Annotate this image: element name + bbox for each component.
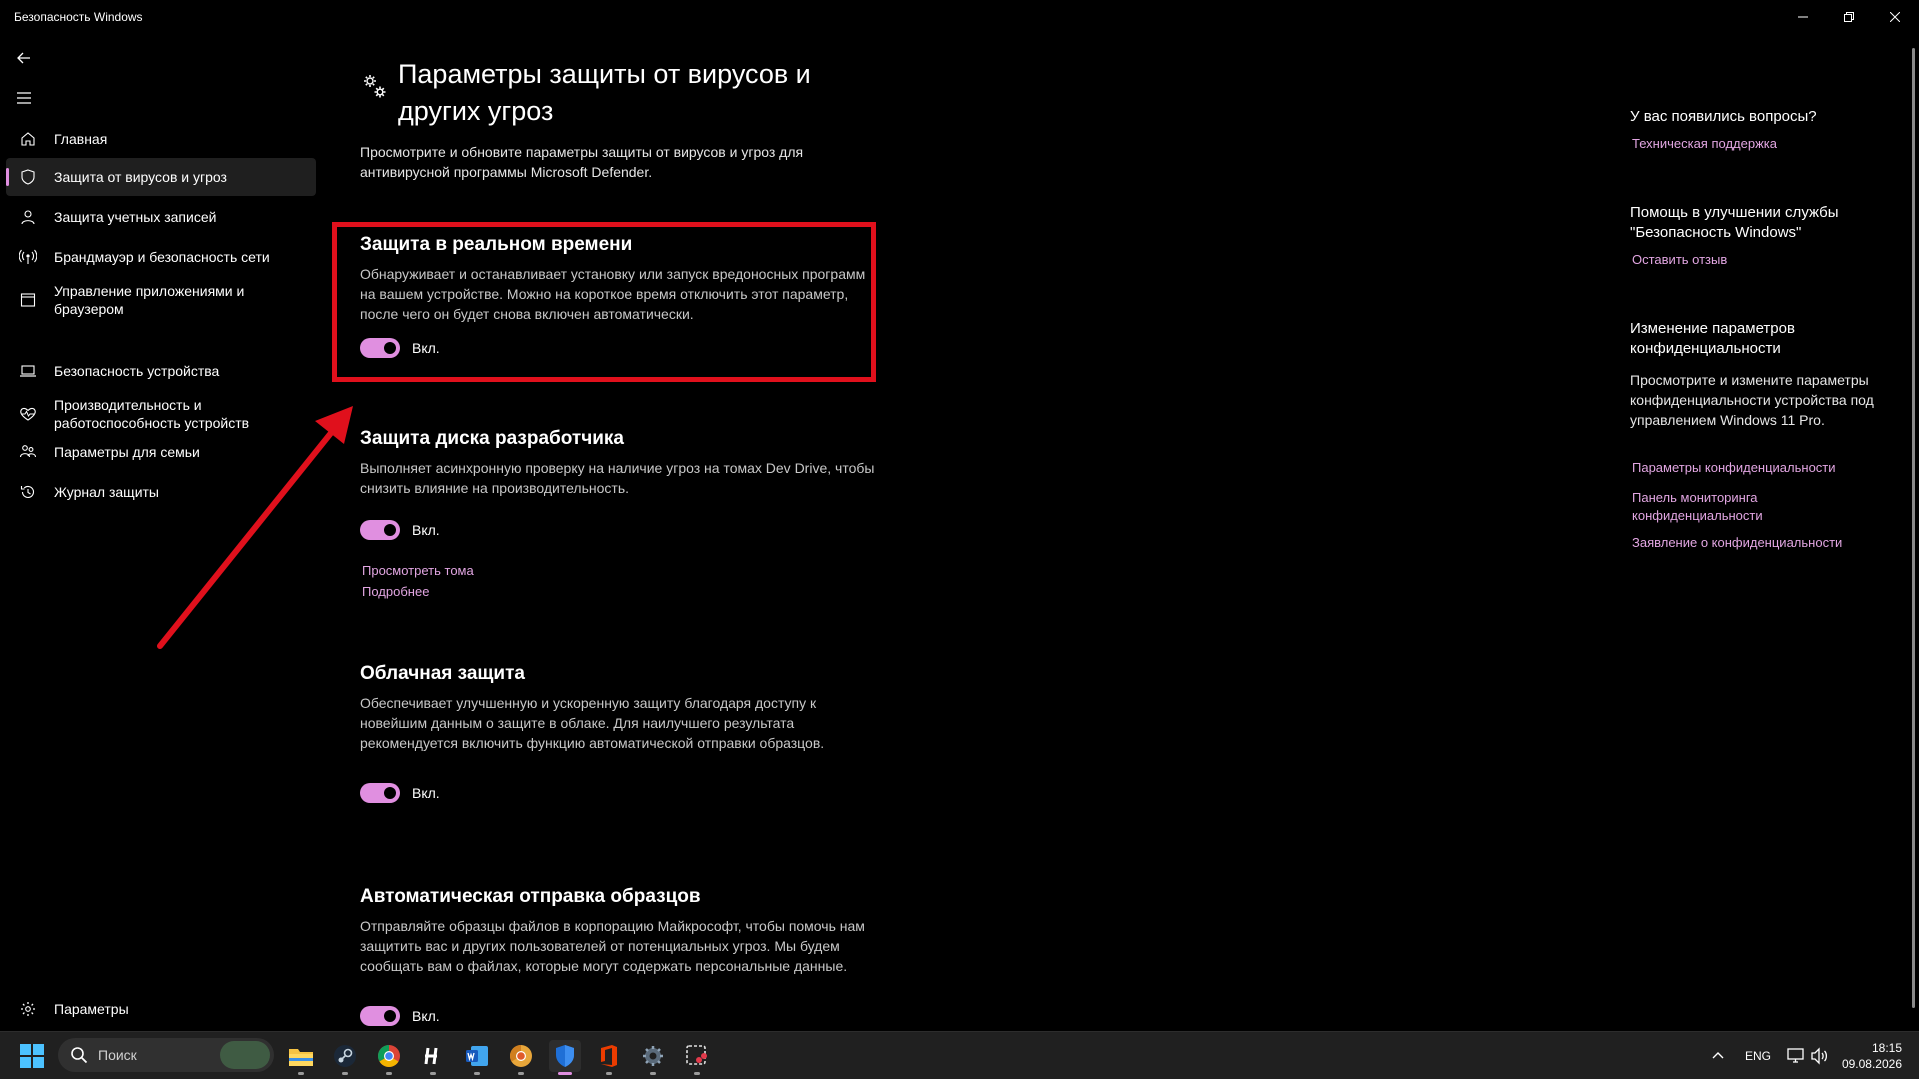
privacy-settings-link[interactable]: Параметры конфиденциальности	[1632, 459, 1872, 477]
cloud-protection-toggle[interactable]	[360, 783, 400, 803]
steam-icon	[334, 1045, 356, 1067]
sidebar-item-label: Параметры	[54, 1001, 129, 1017]
privacy-description: Просмотрите и измените параметры конфиде…	[1630, 372, 1874, 428]
clock-time: 18:15	[1871, 1041, 1902, 1055]
annotation-arrow	[157, 406, 353, 649]
section-description: Отправляйте образцы файлов в корпорацию …	[360, 918, 865, 974]
main-content: Параметры защиты от вирусов и других угр…	[350, 0, 910, 1031]
chrome-canary-icon	[510, 1045, 532, 1067]
view-volumes-link[interactable]: Просмотреть тома	[362, 560, 880, 581]
word-icon	[466, 1046, 488, 1066]
taskbar-app-steam[interactable]	[329, 1040, 361, 1075]
privacy-dashboard-link[interactable]: Панель мониторинга конфиденциальности	[1632, 489, 1802, 525]
page-title: Параметры защиты от вирусов и других угр…	[398, 59, 811, 126]
chevron-up-icon	[1712, 1052, 1724, 1059]
windows-logo-icon	[20, 1044, 44, 1068]
windows-security-window: Безопасность Windows Главная Защита от в…	[0, 0, 1919, 1031]
gear-icon	[16, 999, 40, 1019]
search-icon	[71, 1047, 88, 1064]
taskbar: Поиск ENG 18:15 09.08.2026	[0, 1031, 1919, 1079]
right-panel: У вас появились вопросы? Техническая под…	[1630, 0, 1890, 1031]
toggle-state-label: Вкл.	[412, 785, 440, 801]
network-button[interactable]	[1786, 1046, 1806, 1066]
taskbar-search[interactable]: Поиск	[58, 1038, 274, 1072]
taskbar-app-chrome-canary[interactable]	[505, 1040, 537, 1075]
questions-title: У вас появились вопросы?	[1630, 108, 1817, 125]
taskbar-app-h[interactable]	[417, 1040, 449, 1075]
tray-overflow-button[interactable]	[1710, 1048, 1726, 1064]
toggle-state-label: Вкл.	[412, 1008, 440, 1024]
taskbar-app-settings[interactable]	[637, 1040, 669, 1075]
office-icon	[601, 1045, 617, 1067]
volume-button[interactable]	[1810, 1046, 1830, 1066]
taskbar-app-snipping-tool[interactable]	[681, 1040, 713, 1075]
chrome-icon	[378, 1045, 400, 1067]
improve-service-title: Помощь в улучшении службы "Безопасность …	[1630, 204, 1839, 241]
sidebar-item-settings[interactable]: Параметры	[6, 994, 316, 1024]
page-header: Параметры защиты от вирусов и других угр…	[360, 56, 880, 130]
leave-feedback-link[interactable]: Оставить отзыв	[1632, 251, 1872, 269]
snipping-tool-icon	[686, 1045, 707, 1065]
privacy-statement-link[interactable]: Заявление о конфиденциальности	[1632, 534, 1872, 552]
section-automatic-sample-submission: Автоматическая отправка образцов Отправл…	[360, 884, 880, 1026]
windows-security-icon	[556, 1045, 574, 1067]
taskbar-app-word[interactable]	[461, 1040, 493, 1075]
settings-gear-icon	[643, 1046, 663, 1066]
section-description: Выполняет асинхронную проверку на наличи…	[360, 460, 875, 496]
network-icon	[1787, 1048, 1804, 1063]
taskbar-app-chrome[interactable]	[373, 1040, 405, 1075]
search-highlight-image	[220, 1041, 270, 1069]
section-title: Защита диска разработчика	[360, 428, 624, 449]
section-title: Облачная защита	[360, 663, 525, 684]
toggle-state-label: Вкл.	[412, 522, 440, 538]
sample-submission-toggle[interactable]	[360, 1006, 400, 1026]
toggle-row: Вкл.	[360, 1006, 880, 1026]
section-description: Обеспечивает улучшенную и ускоренную защ…	[360, 695, 825, 751]
clock-date: 09.08.2026	[1841, 1057, 1902, 1071]
section-title: Автоматическая отправка образцов	[360, 886, 701, 907]
privacy-settings-title: Изменение параметров конфиденциальности	[1630, 320, 1795, 357]
search-placeholder: Поиск	[98, 1047, 137, 1063]
close-icon	[1890, 12, 1900, 22]
start-button[interactable]	[20, 1044, 44, 1068]
language-indicator[interactable]: ENG	[1745, 1049, 1771, 1063]
highlight-box	[332, 222, 876, 382]
speaker-icon	[1811, 1047, 1828, 1065]
taskbar-app-windows-security[interactable]	[549, 1040, 581, 1075]
scrollbar[interactable]	[1912, 48, 1915, 1008]
toggle-row: Вкл.	[360, 520, 880, 540]
taskbar-app-file-explorer[interactable]	[285, 1040, 317, 1075]
h-app-icon	[424, 1047, 438, 1065]
toggle-row: Вкл.	[360, 783, 880, 803]
page-description: Просмотрите и обновите параметры защиты …	[360, 144, 804, 180]
section-dev-drive-protection: Защита диска разработчика Выполняет асин…	[360, 426, 880, 602]
file-explorer-icon	[289, 1049, 313, 1066]
taskbar-app-office[interactable]	[593, 1040, 625, 1075]
section-cloud-protection: Облачная защита Обеспечивает улучшенную …	[360, 661, 880, 803]
tech-support-link[interactable]: Техническая поддержка	[1632, 135, 1872, 153]
clock[interactable]: 18:15 09.08.2026	[1832, 1040, 1902, 1072]
learn-more-link[interactable]: Подробнее	[362, 581, 880, 602]
